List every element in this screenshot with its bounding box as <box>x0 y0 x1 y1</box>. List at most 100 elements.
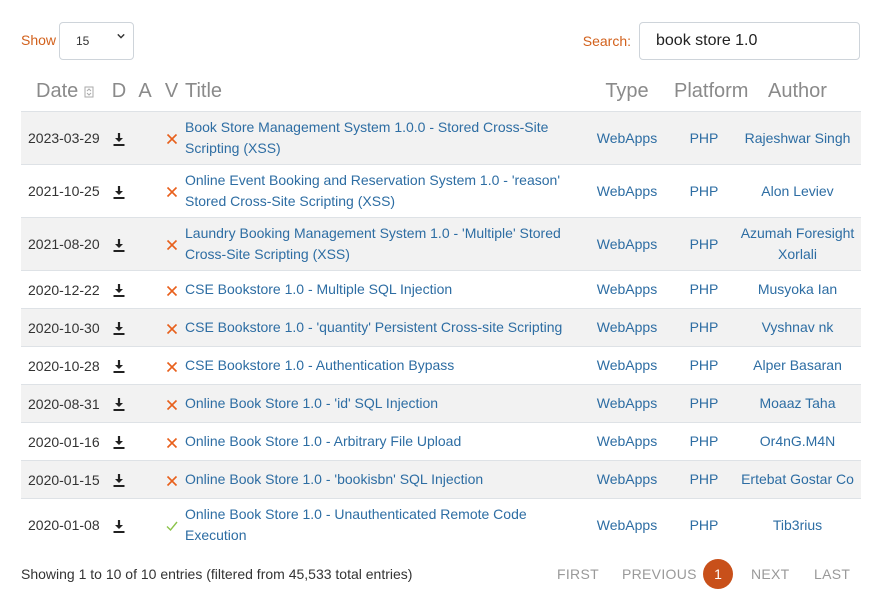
pagination-last[interactable]: LAST <box>814 566 850 582</box>
download-cell[interactable] <box>106 346 132 385</box>
row-platform-link[interactable]: PHP <box>690 471 719 487</box>
row-title-link[interactable]: Book Store Management System 1.0.0 - Sto… <box>185 119 548 156</box>
download-icon[interactable] <box>113 238 125 252</box>
row-author-link[interactable]: Moaaz Taha <box>759 395 835 411</box>
row-type-link[interactable]: WebApps <box>597 183 657 199</box>
row-platform-link[interactable]: PHP <box>690 433 719 449</box>
x-mark-icon <box>166 361 177 372</box>
header-a[interactable]: A <box>132 72 158 112</box>
row-author-link[interactable]: Azumah Foresight Xorlali <box>741 225 855 262</box>
download-icon[interactable] <box>113 436 125 450</box>
header-type[interactable]: Type <box>580 72 674 112</box>
search-input[interactable]: book store 1.0 <box>639 22 860 60</box>
download-icon[interactable] <box>113 185 125 199</box>
row-platform-link[interactable]: PHP <box>690 236 719 252</box>
row-author-link[interactable]: Musyoka Ian <box>758 281 837 297</box>
row-title-link[interactable]: Online Book Store 1.0 - Arbitrary File U… <box>185 433 461 449</box>
row-platform-link[interactable]: PHP <box>690 281 719 297</box>
row-date: 2020-10-30 <box>21 308 106 347</box>
row-date: 2020-01-16 <box>21 422 106 461</box>
row-author-link[interactable]: Alper Basaran <box>753 357 842 373</box>
pagination-next[interactable]: NEXT <box>751 566 790 582</box>
row-title-link[interactable]: Online Event Booking and Reservation Sys… <box>185 172 560 209</box>
row-author-link[interactable]: Or4nG.M4N <box>760 433 835 449</box>
row-type-link[interactable]: WebApps <box>597 130 657 146</box>
row-type-link[interactable]: WebApps <box>597 433 657 449</box>
header-date[interactable]: Date <box>21 72 106 112</box>
header-title[interactable]: Title <box>185 72 580 112</box>
header-d[interactable]: D <box>106 72 132 112</box>
row-platform-cell: PHP <box>674 346 734 385</box>
download-icon[interactable] <box>113 398 125 412</box>
pagination-previous[interactable]: PREVIOUS <box>622 566 697 582</box>
row-type-link[interactable]: WebApps <box>597 357 657 373</box>
row-author-link[interactable]: Vyshnav nk <box>762 319 834 335</box>
check-mark-icon <box>166 521 178 532</box>
download-cell[interactable] <box>106 308 132 347</box>
row-author-cell: Alon Leviev <box>734 164 861 218</box>
header-platform[interactable]: Platform <box>674 72 748 112</box>
row-title-link[interactable]: Laundry Booking Management System 1.0 - … <box>185 225 561 262</box>
row-title-cell: Online Book Store 1.0 - Unauthenticated … <box>185 498 580 551</box>
download-cell[interactable] <box>106 270 132 309</box>
header-author[interactable]: Author <box>734 72 861 112</box>
download-icon[interactable] <box>113 322 125 336</box>
pagination-first[interactable]: FIRST <box>557 566 599 582</box>
row-platform-link[interactable]: PHP <box>690 183 719 199</box>
row-title-link[interactable]: Online Book Store 1.0 - 'bookisbn' SQL I… <box>185 471 483 487</box>
download-cell[interactable] <box>106 164 132 218</box>
row-platform-link[interactable]: PHP <box>690 357 719 373</box>
download-icon[interactable] <box>113 284 125 298</box>
row-author-link[interactable]: Ertebat Gostar Co <box>741 471 854 487</box>
row-title-link[interactable]: CSE Bookstore 1.0 - Authentication Bypas… <box>185 357 454 373</box>
row-author-cell: Rajeshwar Singh <box>734 111 861 165</box>
pagination-current-page[interactable]: 1 <box>703 559 733 589</box>
download-icon[interactable] <box>113 474 125 488</box>
download-cell[interactable] <box>106 217 132 271</box>
row-author-cell: Or4nG.M4N <box>734 422 861 461</box>
show-entries-value: 15 <box>76 34 90 48</box>
x-mark-icon <box>166 323 177 334</box>
show-entries-select[interactable]: 15 <box>59 22 134 60</box>
row-title-link[interactable]: CSE Bookstore 1.0 - 'quantity' Persisten… <box>185 319 562 335</box>
row-author-link[interactable]: Rajeshwar Singh <box>745 130 851 146</box>
download-cell[interactable] <box>106 422 132 461</box>
download-icon[interactable] <box>113 519 125 533</box>
verified-cell <box>158 217 185 271</box>
download-icon[interactable] <box>113 360 125 374</box>
row-type-cell: WebApps <box>580 217 674 271</box>
download-cell[interactable] <box>106 498 132 551</box>
row-type-link[interactable]: WebApps <box>597 236 657 252</box>
table-row: 2021-10-25 Online Event Booking and Reser… <box>21 164 861 218</box>
table-row: 2021-08-20 Laundry Booking Management Sys… <box>21 217 861 271</box>
verified-cell <box>158 460 185 499</box>
header-v[interactable]: V <box>158 72 185 112</box>
row-title-link[interactable]: Online Book Store 1.0 - Unauthenticated … <box>185 506 527 543</box>
row-platform-link[interactable]: PHP <box>690 395 719 411</box>
row-title-link[interactable]: Online Book Store 1.0 - 'id' SQL Injecti… <box>185 395 438 411</box>
row-type-link[interactable]: WebApps <box>597 281 657 297</box>
download-cell[interactable] <box>106 460 132 499</box>
row-platform-link[interactable]: PHP <box>690 130 719 146</box>
row-title-cell: Book Store Management System 1.0.0 - Sto… <box>185 111 580 165</box>
row-type-cell: WebApps <box>580 498 674 551</box>
row-author-link[interactable]: Alon Leviev <box>761 183 833 199</box>
row-platform-cell: PHP <box>674 270 734 309</box>
x-mark-icon <box>166 285 177 296</box>
row-date: 2020-12-22 <box>21 270 106 309</box>
download-cell[interactable] <box>106 111 132 165</box>
table-row: 2020-08-31 Online Book Store 1.0 - 'id' S… <box>21 384 861 423</box>
row-platform-link[interactable]: PHP <box>690 319 719 335</box>
row-author-link[interactable]: Tib3rius <box>773 517 822 533</box>
download-cell[interactable] <box>106 384 132 423</box>
verified-cell <box>158 270 185 309</box>
row-type-cell: WebApps <box>580 422 674 461</box>
row-type-link[interactable]: WebApps <box>597 395 657 411</box>
row-type-link[interactable]: WebApps <box>597 517 657 533</box>
row-platform-link[interactable]: PHP <box>690 517 719 533</box>
download-icon[interactable] <box>113 132 125 146</box>
row-type-link[interactable]: WebApps <box>597 319 657 335</box>
row-type-link[interactable]: WebApps <box>597 471 657 487</box>
row-title-link[interactable]: CSE Bookstore 1.0 - Multiple SQL Injecti… <box>185 281 452 297</box>
row-platform-cell: PHP <box>674 308 734 347</box>
